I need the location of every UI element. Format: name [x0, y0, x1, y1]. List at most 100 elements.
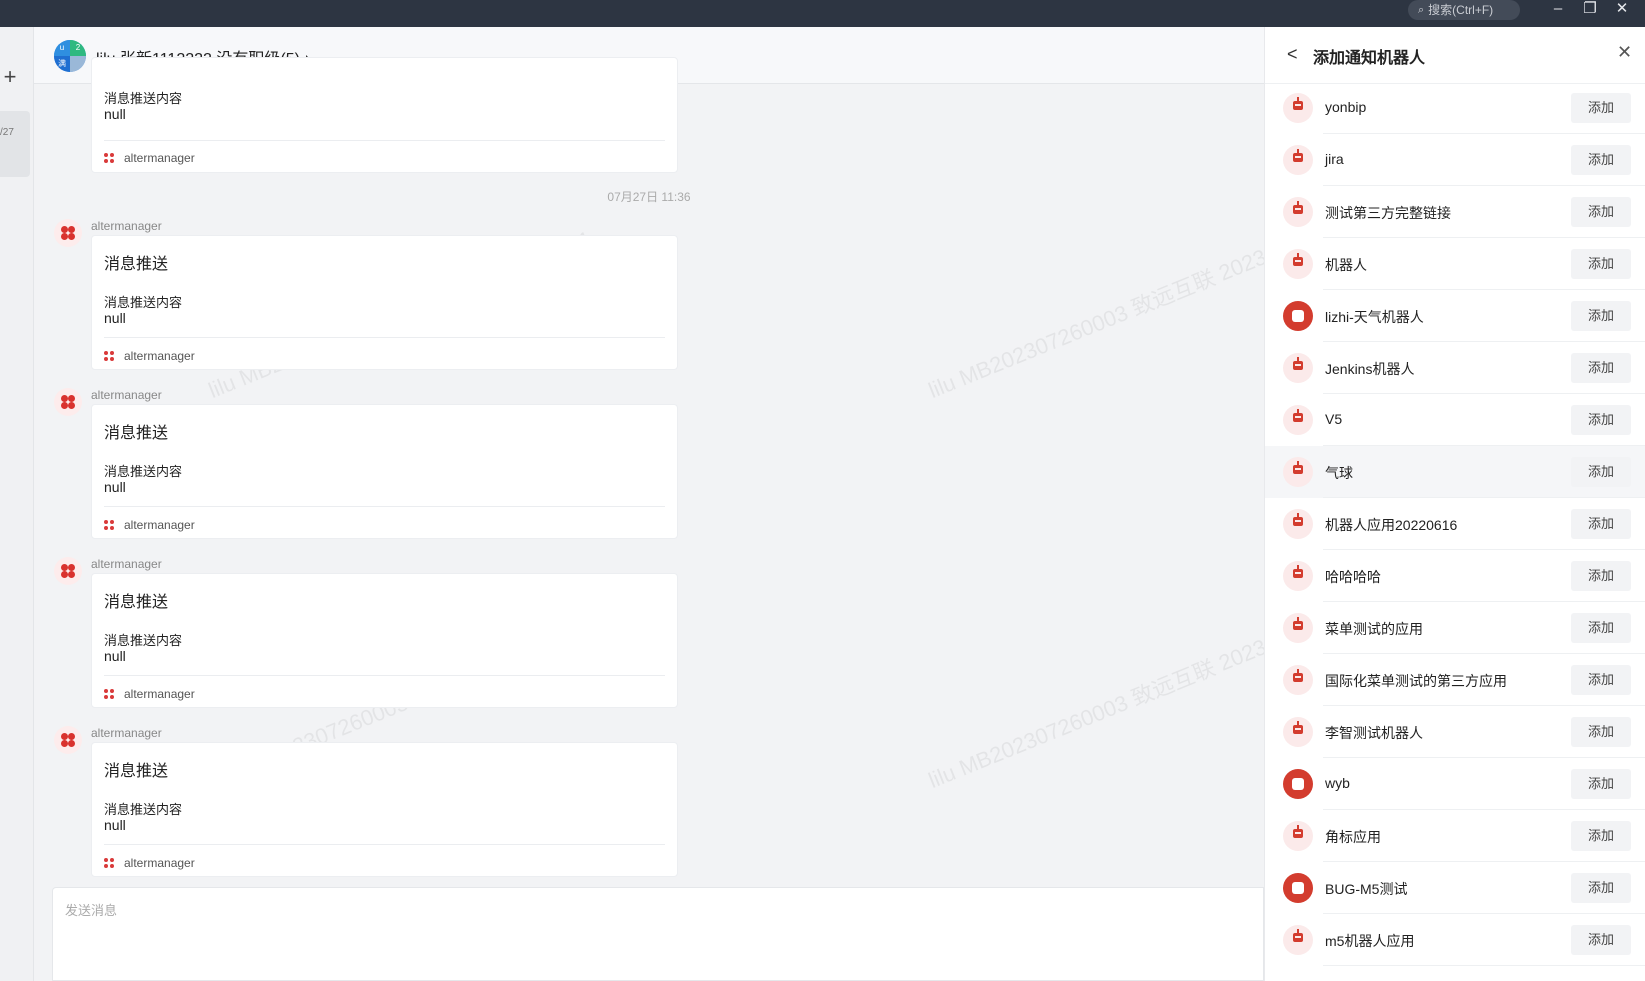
robot-icon: [1283, 405, 1313, 435]
bot-row[interactable]: 气球 添加: [1265, 446, 1645, 498]
robot-icon: [1283, 145, 1313, 175]
add-bot-button[interactable]: 添加: [1571, 769, 1631, 799]
app-logo-icon: [104, 351, 114, 361]
add-bot-button[interactable]: 添加: [1571, 353, 1631, 383]
message-value: null: [104, 817, 126, 833]
bot-row[interactable]: 国际化菜单测试的第三方应用 添加: [1265, 654, 1645, 706]
conversation-item[interactable]: /27: [0, 111, 30, 177]
add-bot-button[interactable]: 添加: [1571, 613, 1631, 643]
message-input-placeholder: 发送消息: [65, 903, 118, 918]
bot-name: 李智测试机器人: [1325, 725, 1423, 741]
robot-icon: [1283, 613, 1313, 643]
message-input[interactable]: 发送消息: [52, 887, 1264, 981]
sender-avatar[interactable]: [54, 726, 82, 754]
search-icon: ⌕: [1418, 4, 1425, 16]
bot-name: 气球: [1325, 465, 1353, 481]
add-bot-button[interactable]: 添加: [1571, 93, 1631, 123]
message-value: null: [104, 310, 126, 326]
add-bot-button[interactable]: 添加: [1571, 561, 1631, 591]
bot-name: yonbip: [1325, 99, 1367, 115]
app-logo-icon: [104, 153, 114, 163]
message-title: 消息推送: [104, 594, 169, 611]
robot-icon: [1283, 925, 1313, 955]
bot-name: lizhi-天气机器人: [1325, 309, 1424, 325]
message-card[interactable]: 消息推送内容 null altermanager: [91, 57, 678, 173]
add-bot-button[interactable]: 添加: [1571, 509, 1631, 539]
time-separator: 07月27日 11:36: [607, 190, 691, 204]
search-placeholder: 搜索(Ctrl+F): [1428, 3, 1494, 17]
robot-icon: [1283, 509, 1313, 539]
message-subtitle: 消息推送内容: [104, 295, 183, 310]
sender-avatar[interactable]: [54, 557, 82, 585]
add-bot-button[interactable]: 添加: [1571, 301, 1631, 331]
bot-row[interactable]: Jenkins机器人 添加: [1265, 342, 1645, 394]
new-chat-button[interactable]: +: [0, 66, 20, 88]
message-title: 消息推送: [104, 763, 169, 780]
chat-area: u 2 满 lilu,张新1112222,没有职级(5) lilu MB2023…: [34, 27, 1264, 981]
message-card[interactable]: 消息推送 消息推送内容 null altermanager: [91, 742, 678, 877]
bot-name: 哈哈哈哈: [1325, 569, 1381, 585]
bot-row[interactable]: 哈哈哈哈 添加: [1265, 550, 1645, 602]
bot-row[interactable]: 机器人 添加: [1265, 238, 1645, 290]
app-logo-icon: [104, 689, 114, 699]
message-source: altermanager: [104, 151, 195, 165]
bot-row[interactable]: lizhi-天气机器人 添加: [1265, 290, 1645, 342]
bot-row[interactable]: V5 添加: [1265, 394, 1645, 446]
close-window-button[interactable]: ✕: [1610, 0, 1634, 20]
add-bot-button[interactable]: 添加: [1571, 197, 1631, 227]
app-logo-icon: [104, 520, 114, 530]
message-subtitle: 消息推送内容: [104, 633, 183, 648]
app-icon: [1283, 769, 1313, 799]
app-icon: [1283, 301, 1313, 331]
bot-row[interactable]: 菜单测试的应用 添加: [1265, 602, 1645, 654]
message-card[interactable]: 消息推送 消息推送内容 null altermanager: [91, 404, 678, 539]
minimize-button[interactable]: –: [1546, 0, 1570, 20]
robot-icon: [1283, 821, 1313, 851]
bot-row[interactable]: 李智测试机器人 添加: [1265, 706, 1645, 758]
bot-row[interactable]: BUG-M5测试 添加: [1265, 862, 1645, 914]
bot-name: 国际化菜单测试的第三方应用: [1325, 673, 1507, 689]
bot-name: 角标应用: [1325, 829, 1381, 845]
bot-row[interactable]: jira 添加: [1265, 134, 1645, 186]
sender-name: altermanager: [91, 388, 162, 402]
add-bot-panel: < 添加通知机器人 ✕ yonbip 添加 jira 添加 测试第三方完整链接 添加 机器人…: [1264, 27, 1645, 981]
add-bot-button[interactable]: 添加: [1571, 249, 1631, 279]
message-value: null: [104, 648, 126, 664]
global-search[interactable]: ⌕ 搜索(Ctrl+F): [1408, 0, 1520, 20]
bot-row[interactable]: yonbip 添加: [1265, 82, 1645, 134]
add-bot-button[interactable]: 添加: [1571, 925, 1631, 955]
message-value: null: [104, 479, 126, 495]
restore-button[interactable]: ❐: [1578, 0, 1602, 20]
robot-icon: [1283, 717, 1313, 747]
robot-icon: [1283, 561, 1313, 591]
add-bot-button[interactable]: 添加: [1571, 405, 1631, 435]
bot-name: wyb: [1325, 775, 1350, 791]
watermark: lilu MB202307260003 致远互联 20230731: [924, 225, 1264, 403]
robot-icon: [1283, 353, 1313, 383]
add-bot-button[interactable]: 添加: [1571, 821, 1631, 851]
message-source: altermanager: [104, 518, 195, 532]
add-bot-button[interactable]: 添加: [1571, 717, 1631, 747]
message-source: altermanager: [104, 856, 195, 870]
title-bar: ⌕ 搜索(Ctrl+F) – ❐ ✕: [0, 0, 1645, 27]
bot-row[interactable]: 机器人应用20220616 添加: [1265, 498, 1645, 550]
add-bot-button[interactable]: 添加: [1571, 145, 1631, 175]
sender-avatar[interactable]: [54, 219, 82, 247]
bot-row[interactable]: 角标应用 添加: [1265, 810, 1645, 862]
conversation-date: /27: [0, 127, 14, 138]
back-icon[interactable]: <: [1287, 44, 1303, 64]
add-bot-button[interactable]: 添加: [1571, 873, 1631, 903]
add-bot-button[interactable]: 添加: [1571, 457, 1631, 487]
message-card[interactable]: 消息推送 消息推送内容 null altermanager: [91, 573, 678, 708]
add-bot-button[interactable]: 添加: [1571, 665, 1631, 695]
bot-row[interactable]: 测试第三方完整链接 添加: [1265, 186, 1645, 238]
bot-row[interactable]: wyb 添加: [1265, 758, 1645, 810]
sender-name: altermanager: [91, 726, 162, 740]
message-card[interactable]: 消息推送 消息推送内容 null altermanager: [91, 235, 678, 370]
close-icon[interactable]: ✕: [1617, 42, 1632, 63]
conversation-list-strip: + /27: [0, 27, 34, 981]
app-icon: [1283, 873, 1313, 903]
bot-row[interactable]: m5机器人应用 添加: [1265, 914, 1645, 966]
group-avatar[interactable]: u 2 满: [54, 40, 86, 72]
sender-avatar[interactable]: [54, 388, 82, 416]
